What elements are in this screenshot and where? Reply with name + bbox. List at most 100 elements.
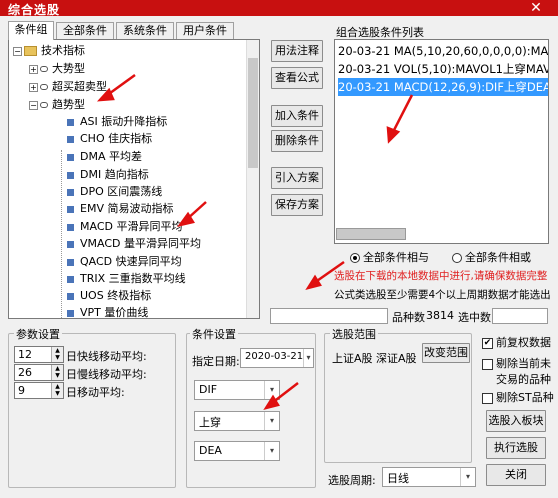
radio-icon: [452, 253, 462, 263]
group-icon: [40, 102, 48, 108]
tree-group-node[interactable]: + 超买超卖型: [29, 78, 107, 95]
tree-item[interactable]: MACD 平滑异同平均: [67, 218, 182, 235]
logic-or-radio[interactable]: 全部条件相或: [452, 249, 531, 265]
restore-data-checkbox[interactable]: ✔ 前复权数据: [482, 334, 551, 350]
indicator-icon: [67, 275, 74, 283]
indicator-tree[interactable]: − 技术指标 + 大势型 + 超买超卖型 − 趋势型 ASI 振动升降指标 CHO 佳庆…: [8, 39, 260, 319]
add-condition-button[interactable]: 加入条件: [271, 105, 323, 127]
tree-item[interactable]: DPO 区间震荡线: [67, 183, 162, 200]
blank-field: [270, 308, 388, 324]
condition-settings-title: 条件设置: [190, 326, 238, 342]
checkmark-icon: ✔: [482, 337, 493, 349]
condition-item[interactable]: 20-03-21 VOL(5,10):MAVOL1上穿MAVOL: [338, 60, 548, 78]
tree-item-label: EMV 简易波动指标: [80, 202, 174, 215]
spinner-arrows-icon[interactable]: ▲ ▼: [51, 383, 63, 398]
expand-icon[interactable]: +: [29, 64, 38, 74]
tree-item[interactable]: UOS 终极指标: [67, 287, 151, 304]
chevron-down-icon[interactable]: ▾: [264, 381, 279, 399]
run-screening-button[interactable]: 执行选股: [486, 437, 546, 459]
exclude-untraded-checkbox[interactable]: 剔除当前未: [482, 355, 551, 371]
data-warning-text: 选股在下载的本地数据中进行,请确保数据完整: [334, 270, 548, 282]
collapse-icon[interactable]: −: [13, 46, 22, 56]
checkbox-label: 剔除ST品种: [496, 391, 554, 404]
condition-list[interactable]: 20-03-21 MA(5,10,20,60,0,0,0,0):MA1_ 20-…: [334, 39, 549, 244]
tree-item[interactable]: VPT 量价曲线: [67, 304, 148, 318]
tree-item[interactable]: ASI 振动升降指标: [67, 113, 167, 130]
chevron-down-icon[interactable]: ▾: [460, 468, 475, 486]
tab-all-conditions[interactable]: 全部条件: [56, 22, 114, 40]
tree-item[interactable]: DMA 平均差: [67, 148, 142, 165]
tree-root-node[interactable]: − 技术指标: [13, 42, 85, 59]
params-title: 参数设置: [14, 326, 62, 342]
tree-guide-line: [61, 150, 62, 318]
indicator-icon: [67, 188, 74, 196]
signal-period-label: 日移动平均:: [66, 386, 125, 399]
tree-item[interactable]: TRIX 三重指数平均线: [67, 270, 186, 287]
save-scheme-button[interactable]: 保存方案: [271, 194, 323, 216]
period-select[interactable]: 日线 ▾: [382, 467, 476, 487]
tree-group-node[interactable]: − 趋势型: [29, 96, 85, 113]
range-title: 选股范围: [330, 326, 378, 342]
scrollbar-thumb[interactable]: [248, 58, 258, 168]
tree-item[interactable]: CHO 佳庆指标: [67, 130, 152, 147]
select-value: DEA: [199, 444, 222, 457]
checkbox-label-line2: 交易的品种: [496, 373, 551, 386]
select-value: 上穿: [199, 416, 221, 429]
date-picker[interactable]: 2020-03-21 ▾: [240, 348, 314, 368]
line1-select[interactable]: DIF ▾: [194, 380, 280, 400]
indicator-icon: [67, 118, 74, 126]
tree-item-label: CHO 佳庆指标: [80, 132, 153, 145]
close-icon[interactable]: ✕: [522, 0, 550, 16]
tree-item-label: UOS 终极指标: [80, 289, 152, 302]
tab-user-conditions[interactable]: 用户条件: [176, 22, 234, 40]
count-bar: 品种数 3814 选中数: [270, 308, 550, 324]
line2-select[interactable]: DEA ▾: [194, 441, 280, 461]
checkbox-label: 剔除当前未: [496, 357, 551, 370]
spinner-value: 12: [18, 348, 32, 361]
radio-selected-icon: [350, 253, 360, 263]
view-formula-button[interactable]: 查看公式: [271, 67, 323, 89]
date-label: 指定日期:: [192, 355, 240, 368]
chevron-down-icon[interactable]: ▾: [303, 349, 313, 367]
tree-group-node[interactable]: + 大势型: [29, 60, 85, 77]
spinner-value: 26: [18, 366, 32, 379]
checkbox-icon: [482, 358, 493, 370]
tree-item[interactable]: DMI 趋向指标: [67, 166, 149, 183]
delete-condition-button[interactable]: 删除条件: [271, 130, 323, 152]
change-range-button[interactable]: 改变范围: [422, 343, 470, 363]
expand-icon[interactable]: +: [29, 82, 38, 92]
tree-item-label: DPO 区间震荡线: [80, 185, 163, 198]
to-block-button[interactable]: 选股入板块: [486, 410, 546, 432]
chevron-down-icon[interactable]: ▾: [264, 442, 279, 460]
fast-period-spinner[interactable]: 12 ▲ ▼: [14, 346, 64, 363]
usage-notes-button[interactable]: 用法注释: [271, 40, 323, 62]
condition-item-selected[interactable]: 20-03-21 MACD(12,26,9):DIF上穿DEA: [338, 78, 548, 96]
indicator-icon: [67, 135, 74, 143]
chevron-down-icon[interactable]: ▾: [264, 412, 279, 430]
operator-select[interactable]: 上穿 ▾: [194, 411, 280, 431]
spinner-arrows-icon[interactable]: ▲ ▼: [51, 365, 63, 380]
checkbox-icon: [482, 392, 493, 404]
tree-item[interactable]: EMV 简易波动指标: [67, 200, 173, 217]
checkbox-label: 前复权数据: [496, 336, 551, 349]
condition-list-scrollbar-thumb[interactable]: [336, 228, 406, 240]
import-scheme-button[interactable]: 引入方案: [271, 167, 323, 189]
exclude-st-checkbox[interactable]: 剔除ST品种: [482, 389, 554, 405]
title-bar[interactable]: 综合选股 ✕: [0, 0, 558, 16]
close-button[interactable]: 关闭: [486, 464, 546, 486]
collapse-icon[interactable]: −: [29, 100, 38, 110]
tree-item[interactable]: VMACD 量平滑异同平均: [67, 235, 201, 252]
signal-period-spinner[interactable]: 9 ▲ ▼: [14, 382, 64, 399]
tree-item[interactable]: QACD 快速异同平均: [67, 253, 182, 270]
slow-period-spinner[interactable]: 26 ▲ ▼: [14, 364, 64, 381]
indicator-icon: [67, 205, 74, 213]
logic-and-radio[interactable]: 全部条件相与: [350, 249, 429, 265]
tree-node-label: 趋势型: [52, 98, 85, 111]
spinner-arrows-icon[interactable]: ▲ ▼: [51, 347, 63, 362]
indicator-icon: [67, 258, 74, 266]
tab-condition-group[interactable]: 条件组: [8, 21, 54, 40]
tree-vertical-scrollbar[interactable]: [246, 40, 259, 318]
tab-system-conditions[interactable]: 系统条件: [116, 22, 174, 40]
condition-item[interactable]: 20-03-21 MA(5,10,20,60,0,0,0,0):MA1_: [338, 42, 548, 60]
date-value: 2020-03-21: [245, 351, 304, 362]
